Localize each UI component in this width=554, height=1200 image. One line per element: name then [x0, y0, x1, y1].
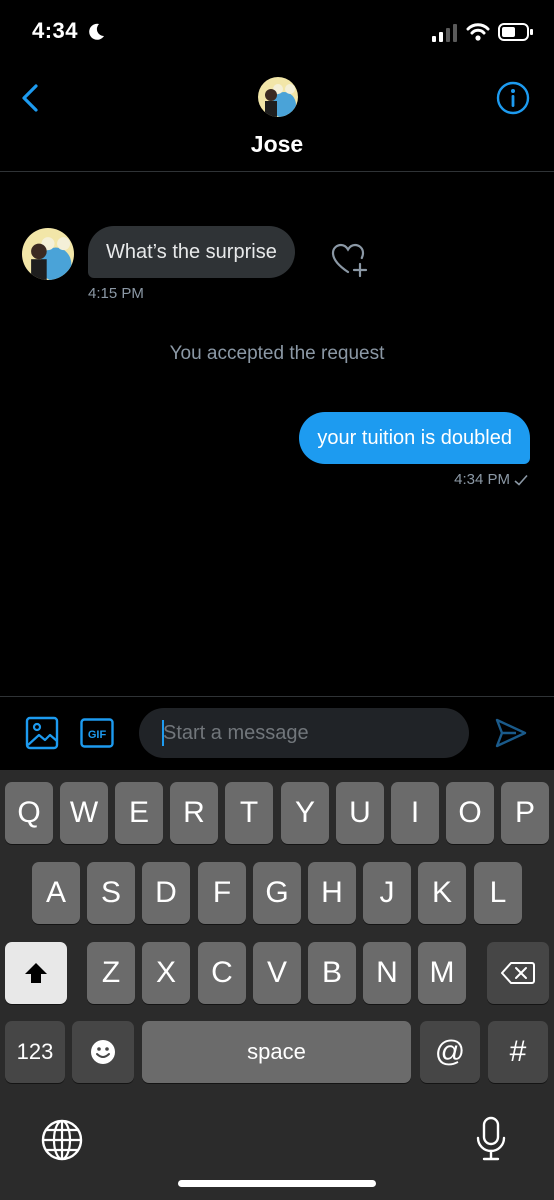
key-j[interactable]: J — [363, 862, 411, 924]
status-time: 4:34 — [32, 18, 79, 43]
emoji-icon — [91, 1040, 115, 1064]
numbers-key[interactable]: 123 — [5, 1021, 65, 1083]
contact-name[interactable]: Jose — [0, 131, 554, 158]
backspace-icon — [501, 962, 535, 984]
battery-icon — [498, 23, 533, 41]
key-k[interactable]: K — [418, 862, 466, 924]
sender-avatar[interactable] — [22, 228, 74, 280]
gif-label: GIF — [88, 729, 107, 741]
key-e[interactable]: E — [115, 782, 163, 844]
image-icon[interactable] — [25, 716, 59, 750]
key-q[interactable]: Q — [5, 782, 53, 844]
key-n[interactable]: N — [363, 942, 411, 1004]
microphone-icon[interactable] — [474, 1116, 508, 1162]
key-p[interactable]: P — [501, 782, 549, 844]
key-a[interactable]: A — [32, 862, 80, 924]
globe-icon[interactable] — [40, 1118, 84, 1162]
system-message: You accepted the request — [169, 343, 385, 364]
message-input[interactable] — [139, 708, 469, 758]
shift-key[interactable] — [5, 942, 67, 1004]
outgoing-message-meta: 4:34 PM — [454, 471, 528, 488]
back-icon[interactable] — [16, 82, 44, 114]
key-z[interactable]: Z — [87, 942, 135, 1004]
contact-avatar[interactable] — [258, 77, 298, 117]
key-m[interactable]: M — [418, 942, 466, 1004]
key-u[interactable]: U — [336, 782, 384, 844]
wifi-icon — [466, 23, 490, 41]
avatar-image — [22, 228, 74, 280]
hash-key[interactable]: # — [488, 1021, 548, 1083]
send-icon[interactable] — [494, 716, 528, 750]
emoji-key[interactable] — [72, 1021, 134, 1083]
incoming-message-bubble[interactable]: What’s the surprise — [88, 226, 295, 278]
heart-add-icon[interactable] — [330, 242, 370, 278]
gif-icon[interactable]: GIF — [80, 718, 114, 748]
key-r[interactable]: R — [170, 782, 218, 844]
key-s[interactable]: S — [87, 862, 135, 924]
text-caret — [162, 720, 164, 746]
key-i[interactable]: I — [391, 782, 439, 844]
signal-icon — [432, 24, 457, 42]
key-g[interactable]: G — [253, 862, 301, 924]
key-h[interactable]: H — [308, 862, 356, 924]
key-v[interactable]: V — [253, 942, 301, 1004]
shift-arrow-icon — [25, 963, 47, 983]
avatar-image — [258, 77, 298, 117]
key-o[interactable]: O — [446, 782, 494, 844]
home-indicator[interactable] — [178, 1180, 376, 1187]
outgoing-message-time: 4:34 PM — [454, 471, 510, 488]
key-d[interactable]: D — [142, 862, 190, 924]
header-divider — [0, 171, 554, 172]
backspace-key[interactable] — [487, 942, 549, 1004]
key-w[interactable]: W — [60, 782, 108, 844]
incoming-message-time: 4:15 PM — [88, 285, 144, 302]
key-b[interactable]: B — [308, 942, 356, 1004]
check-icon — [514, 474, 528, 486]
key-c[interactable]: C — [198, 942, 246, 1004]
at-key[interactable]: @ — [420, 1021, 480, 1083]
key-f[interactable]: F — [198, 862, 246, 924]
key-x[interactable]: X — [142, 942, 190, 1004]
key-t[interactable]: T — [225, 782, 273, 844]
outgoing-message-bubble[interactable]: your tuition is doubled — [299, 412, 530, 464]
info-icon[interactable] — [495, 80, 531, 116]
space-key[interactable]: space — [142, 1021, 411, 1083]
moon-icon — [89, 23, 104, 40]
key-l[interactable]: L — [474, 862, 522, 924]
key-y[interactable]: Y — [281, 782, 329, 844]
composer-divider — [0, 696, 554, 697]
